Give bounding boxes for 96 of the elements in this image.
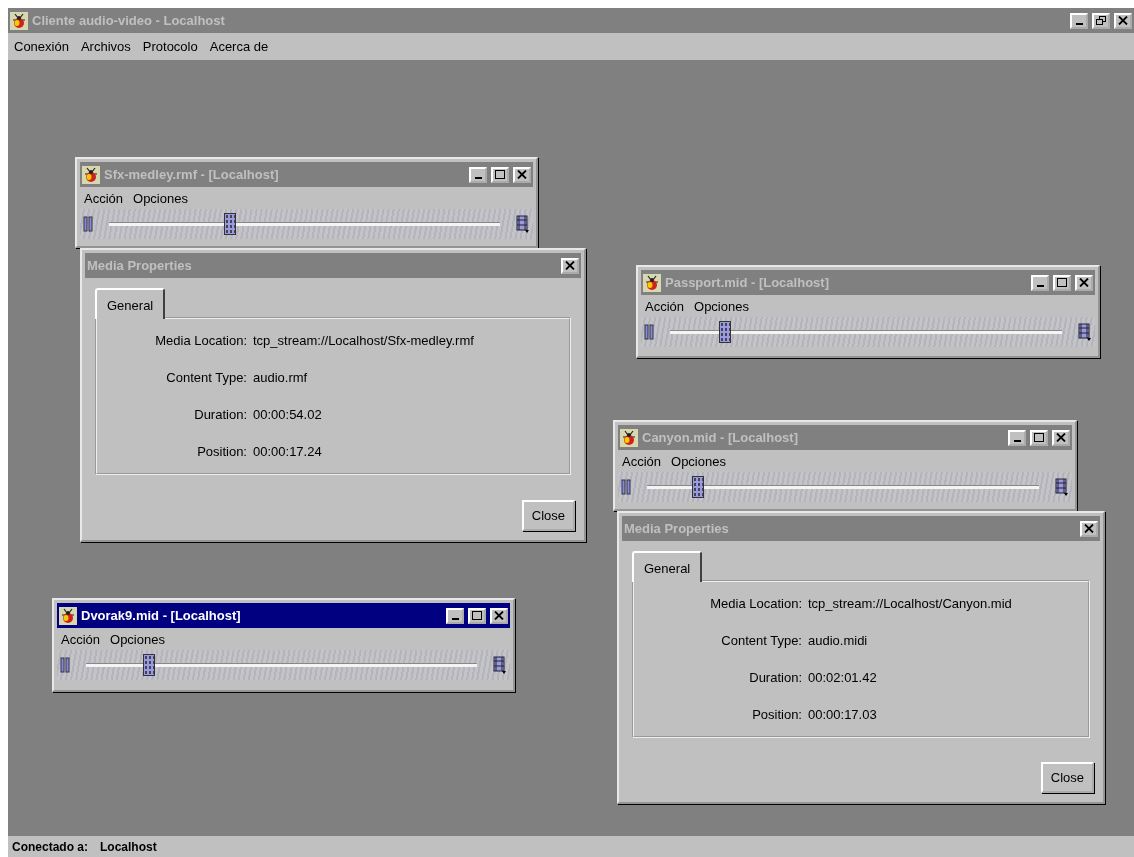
menu-item[interactable]: Conexión xyxy=(14,39,69,54)
maximize-icon xyxy=(1034,433,1044,442)
position-slider[interactable] xyxy=(86,654,477,676)
field-value: tcp_stream://Localhost/Sfx-medley.rmf xyxy=(253,333,475,348)
menu-item[interactable]: Opciones xyxy=(671,453,726,469)
minimize-button[interactable] xyxy=(1008,429,1026,446)
maximize-button[interactable] xyxy=(468,607,486,624)
close-button[interactable] xyxy=(490,607,508,624)
bug-icon xyxy=(10,11,28,30)
field-value: audio.midi xyxy=(808,633,869,648)
bug-icon xyxy=(59,606,77,625)
menu-item[interactable]: Opciones xyxy=(694,298,749,314)
field-label: Media Location: xyxy=(154,333,247,348)
minimize-icon xyxy=(1075,23,1083,25)
minimize-button[interactable] xyxy=(1031,274,1049,291)
minimize-icon xyxy=(1036,285,1044,287)
bug-icon xyxy=(82,165,100,184)
window-title: Sfx-medley.rmf - [Localhost] xyxy=(104,167,280,182)
minimize-button[interactable] xyxy=(1070,12,1088,29)
app-title: Cliente audio-video - Localhost xyxy=(32,13,226,28)
field-label: Duration: xyxy=(193,407,247,422)
status-value: Localhost xyxy=(100,839,157,854)
slider-thumb[interactable] xyxy=(224,213,237,235)
window-title: Passport.mid - [Localhost] xyxy=(665,275,830,290)
field-value: 00:00:17.24 xyxy=(253,444,323,459)
position-slider[interactable] xyxy=(109,213,500,235)
minimize-icon xyxy=(1013,440,1021,442)
close-button[interactable] xyxy=(1114,12,1132,29)
slider-thumb[interactable] xyxy=(691,476,704,498)
bug-icon xyxy=(620,428,638,447)
close-button[interactable] xyxy=(513,166,531,183)
tab[interactable]: General xyxy=(95,288,166,319)
field-label: Content Type: xyxy=(165,370,247,385)
field-label: Duration: xyxy=(748,670,802,685)
window-title: Media Properties xyxy=(624,521,730,536)
menu-item[interactable]: Acción xyxy=(645,298,685,314)
pause-icon[interactable] xyxy=(83,216,93,232)
minimize-button[interactable] xyxy=(469,166,487,183)
window-title: Dvorak9.mid - [Localhost] xyxy=(81,608,242,623)
field-value: tcp_stream://Localhost/Canyon.mid xyxy=(808,596,1013,611)
menu-item[interactable]: Archivos xyxy=(80,39,131,54)
minimize-icon xyxy=(474,177,482,179)
close-icon xyxy=(1084,524,1094,533)
slider-thumb[interactable] xyxy=(142,654,155,676)
close-icon xyxy=(517,170,527,179)
pause-icon[interactable] xyxy=(621,479,631,495)
close-text-button[interactable]: Close xyxy=(1040,762,1094,793)
slider-thumb[interactable] xyxy=(718,321,731,343)
field-label: Position: xyxy=(751,707,802,722)
position-slider[interactable] xyxy=(670,321,1062,343)
maximize-button[interactable] xyxy=(1030,429,1048,446)
maximize-icon xyxy=(472,611,482,620)
film-icon[interactable] xyxy=(1055,478,1069,496)
close-button[interactable] xyxy=(561,257,579,274)
field-value: audio.rmf xyxy=(253,370,309,385)
field-label: Position: xyxy=(196,444,247,459)
menu-item[interactable]: Opciones xyxy=(110,631,165,647)
pause-icon[interactable] xyxy=(644,324,654,340)
position-slider[interactable] xyxy=(647,476,1039,498)
bug-icon xyxy=(643,273,661,292)
close-button[interactable] xyxy=(1080,520,1098,537)
menu-item[interactable]: Acción xyxy=(84,190,124,206)
film-icon[interactable] xyxy=(493,656,507,674)
menu-item[interactable]: Acerca de xyxy=(209,39,269,54)
close-icon xyxy=(1118,16,1128,25)
maximize-button[interactable] xyxy=(1053,274,1071,291)
close-text-button[interactable]: Close xyxy=(521,500,575,531)
window-title: Canyon.mid - [Localhost] xyxy=(642,430,799,445)
field-value: 00:00:17.03 xyxy=(808,707,878,722)
close-icon xyxy=(1056,433,1066,442)
window-title: Media Properties xyxy=(87,258,193,273)
menu-item[interactable]: Acción xyxy=(61,631,101,647)
field-label: Media Location: xyxy=(709,596,802,611)
maximize-icon xyxy=(1057,278,1067,287)
maximize-icon xyxy=(495,170,505,179)
film-icon[interactable] xyxy=(1078,323,1092,341)
minimize-button[interactable] xyxy=(446,607,464,624)
close-button[interactable] xyxy=(1075,274,1093,291)
maximize-button[interactable] xyxy=(491,166,509,183)
close-icon xyxy=(1079,278,1089,287)
field-label: Content Type: xyxy=(720,633,802,648)
pause-icon[interactable] xyxy=(60,657,70,673)
minimize-icon xyxy=(451,618,459,620)
restore-icon xyxy=(1096,16,1106,25)
menu-item[interactable]: Opciones xyxy=(133,190,188,206)
tab[interactable]: General xyxy=(632,551,703,582)
close-icon xyxy=(494,611,504,620)
field-value: 00:02:01.42 xyxy=(808,670,878,685)
menu-item[interactable]: Protocolo xyxy=(142,39,198,54)
restore-button[interactable] xyxy=(1092,12,1110,29)
film-icon[interactable] xyxy=(516,215,530,233)
close-icon xyxy=(565,261,575,270)
field-value: 00:00:54.02 xyxy=(253,407,323,422)
status-label: Conectado a: xyxy=(12,839,88,854)
close-button[interactable] xyxy=(1052,429,1070,446)
menu-item[interactable]: Acción xyxy=(622,453,662,469)
